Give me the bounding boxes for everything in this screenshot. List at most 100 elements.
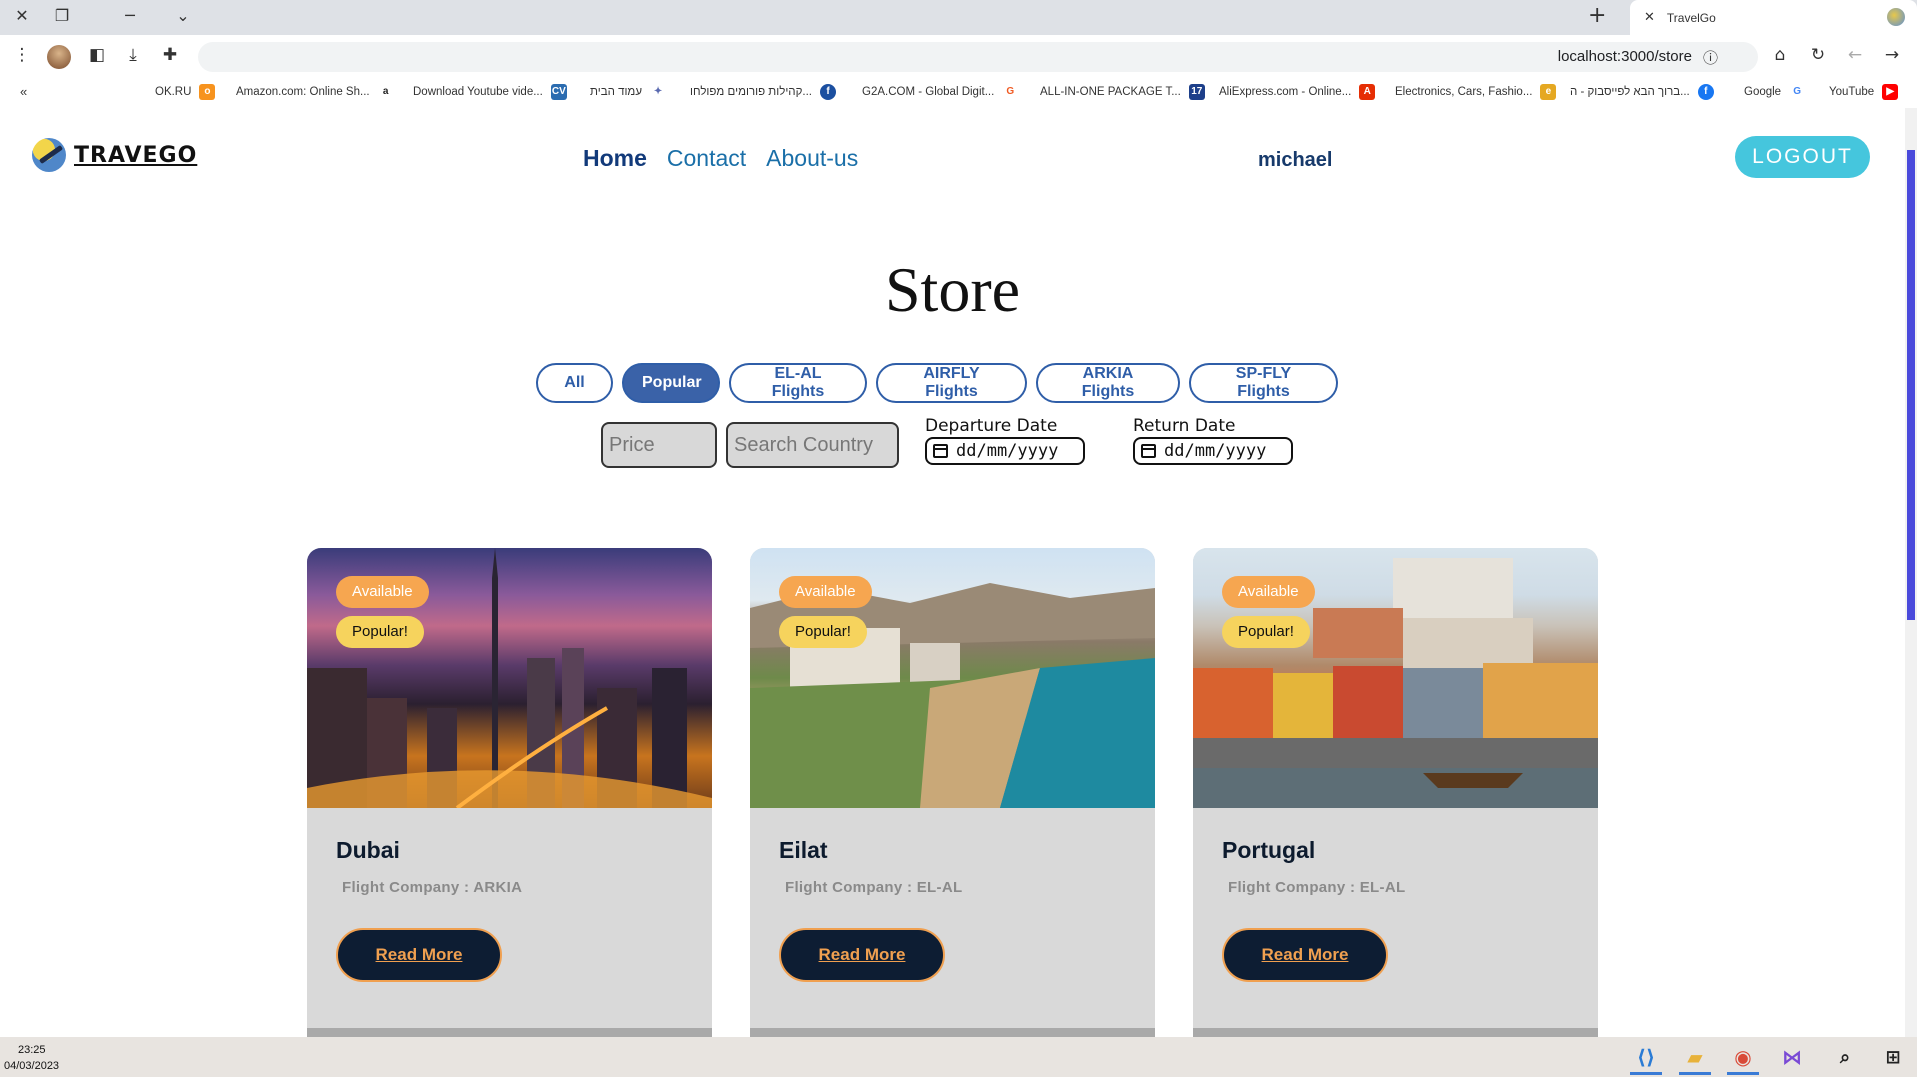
logo-text: TRAVEGO bbox=[74, 142, 198, 168]
calendar-icon[interactable] bbox=[1141, 444, 1156, 458]
search-country-input[interactable] bbox=[726, 422, 899, 468]
youtube-icon: ▶ bbox=[1882, 84, 1899, 100]
bookmark-ok-ru[interactable]: OK.RU o bbox=[155, 84, 216, 100]
filter-sp-fly-button[interactable]: SP-FLY Flights bbox=[1189, 363, 1338, 403]
browser-tab-strip: ✕ ❐ ─ ⌄ + ✕ TravelGo bbox=[0, 0, 1917, 35]
vscode-icon[interactable]: ⟨⟩ bbox=[1630, 1041, 1662, 1075]
file-explorer-icon[interactable]: ▰ bbox=[1679, 1041, 1711, 1075]
back-icon[interactable]: ← bbox=[1843, 45, 1867, 65]
chrome-icon[interactable]: ◉ bbox=[1727, 1041, 1759, 1075]
forward-icon[interactable]: → bbox=[1880, 45, 1904, 65]
download-icon[interactable]: ⤓ bbox=[121, 45, 145, 65]
page-scrollbar[interactable] bbox=[1905, 108, 1917, 1037]
available-badge: Available bbox=[336, 576, 429, 608]
departure-date-field: Departure Date dd/mm/yyyy bbox=[925, 416, 1085, 465]
filter-airfly-button[interactable]: AIRFLY Flights bbox=[876, 363, 1027, 403]
bookmark-facebook[interactable]: ברוך הבא לפייסבוק - ה... f bbox=[1570, 84, 1714, 100]
read-more-button[interactable]: Read More bbox=[779, 928, 945, 982]
home-icon[interactable]: ⌂ bbox=[1768, 45, 1792, 65]
read-more-button[interactable]: Read More bbox=[336, 928, 502, 982]
bookmark-youtube-download[interactable]: Download Youtube vide... CV bbox=[413, 84, 567, 100]
new-tab-icon[interactable]: + bbox=[1588, 3, 1606, 28]
search-icon[interactable]: ⌕ bbox=[1829, 1041, 1861, 1073]
reload-icon[interactable]: ↻ bbox=[1806, 45, 1830, 65]
site-navbar: TRAVEGO Home Contact About-us michael LO… bbox=[0, 108, 1905, 208]
card-title: Portugal bbox=[1222, 837, 1316, 863]
bookmark-label: Amazon.com: Online Sh... bbox=[236, 86, 370, 98]
nav-links: Home Contact About-us bbox=[583, 145, 858, 172]
filter-all-button[interactable]: All bbox=[536, 363, 613, 403]
page-content: TRAVEGO Home Contact About-us michael LO… bbox=[0, 108, 1905, 1037]
restore-window-icon[interactable]: ❐ bbox=[42, 0, 82, 30]
tab-favicon-icon bbox=[1887, 8, 1905, 26]
bookmark-amazon[interactable]: Amazon.com: Online Sh... a bbox=[236, 84, 394, 100]
popular-badge: Popular! bbox=[336, 616, 424, 648]
ok-icon: o bbox=[199, 84, 216, 100]
filter-arkia-button[interactable]: ARKIA Flights bbox=[1036, 363, 1180, 403]
popular-badge: Popular! bbox=[779, 616, 867, 648]
minimize-window-icon[interactable]: ─ bbox=[110, 0, 150, 30]
calendar-icon[interactable] bbox=[933, 444, 948, 458]
read-more-button[interactable]: Read More bbox=[1222, 928, 1388, 982]
address-bar[interactable]: localhost:3000/store ⓘ bbox=[198, 42, 1758, 72]
profile-avatar-icon[interactable] bbox=[47, 45, 71, 69]
system-clock[interactable]: 23:25 04/03/2023 bbox=[4, 1042, 59, 1074]
available-badge: Available bbox=[1222, 576, 1315, 608]
tab-search-chevron-icon[interactable]: ⌄ bbox=[163, 0, 203, 30]
nav-link-home[interactable]: Home bbox=[583, 145, 647, 172]
bookmarks-overflow-icon[interactable]: « bbox=[20, 84, 27, 99]
filter-el-al-button[interactable]: EL-AL Flights bbox=[729, 363, 867, 403]
eilat-beach-image: Available Popular! bbox=[750, 548, 1155, 808]
g2a-icon: G bbox=[1002, 84, 1019, 100]
bookmark-label: ALL-IN-ONE PACKAGE T... bbox=[1040, 86, 1181, 98]
bookmark-google[interactable]: Google G bbox=[1744, 84, 1806, 100]
bookmark-label: OK.RU bbox=[155, 86, 192, 98]
bookmark-ebay[interactable]: Electronics, Cars, Fashio... e bbox=[1395, 84, 1557, 100]
bookmark-youtube[interactable]: YouTube ▶ bbox=[1829, 84, 1899, 100]
logout-button[interactable]: LOGOUT bbox=[1735, 136, 1870, 178]
bookmark-home-hebrew[interactable]: עמוד הבית ✦ bbox=[590, 84, 667, 100]
date-placeholder: dd/mm/yyyy bbox=[1164, 441, 1267, 461]
bookmark-label: Electronics, Cars, Fashio... bbox=[1395, 86, 1533, 98]
departure-date-label: Departure Date bbox=[925, 416, 1058, 436]
bookmark-label: עמוד הבית bbox=[590, 86, 643, 98]
departure-date-input[interactable]: dd/mm/yyyy bbox=[925, 437, 1085, 465]
bookmark-label: Google bbox=[1744, 86, 1782, 98]
available-badge: Available bbox=[779, 576, 872, 608]
destination-card: Available Popular! Portugal Flight Compa… bbox=[1193, 548, 1598, 1037]
ebay-icon: e bbox=[1540, 84, 1557, 100]
nav-link-contact[interactable]: Contact bbox=[667, 145, 746, 172]
card-footer bbox=[307, 1028, 712, 1037]
star-icon: ✦ bbox=[650, 84, 667, 100]
plane-globe-icon bbox=[32, 138, 66, 172]
scrollbar-thumb[interactable] bbox=[1907, 150, 1915, 620]
nav-link-about-us[interactable]: About-us bbox=[766, 145, 858, 172]
bookmark-fxp[interactable]: קהילות פורומים מפולחו... f bbox=[690, 84, 836, 100]
bookmark-all-in-one[interactable]: ALL-IN-ONE PACKAGE T... 17 bbox=[1040, 84, 1205, 100]
card-title: Dubai bbox=[336, 837, 400, 863]
close-tab-icon[interactable]: ✕ bbox=[1644, 10, 1655, 25]
menu-dots-icon[interactable]: ⋮ bbox=[10, 45, 34, 65]
return-date-input[interactable]: dd/mm/yyyy bbox=[1133, 437, 1293, 465]
filter-popular-button[interactable]: Popular bbox=[622, 363, 720, 403]
portugal-town-image: Available Popular! bbox=[1193, 548, 1598, 808]
bookmark-label: קהילות פורומים מפולחו... bbox=[690, 86, 812, 98]
popular-badge: Popular! bbox=[1222, 616, 1310, 648]
return-date-label: Return Date bbox=[1133, 416, 1236, 436]
bookmark-g2a[interactable]: G2A.COM - Global Digit... G bbox=[862, 84, 1019, 100]
close-window-icon[interactable]: ✕ bbox=[2, 0, 42, 30]
site-logo[interactable]: TRAVEGO bbox=[32, 138, 197, 172]
bookmark-aliexpress[interactable]: AliExpress.com - Online... A bbox=[1219, 84, 1376, 100]
windows-start-icon[interactable]: ⊞ bbox=[1877, 1041, 1909, 1073]
site-info-icon[interactable]: ⓘ bbox=[1703, 47, 1718, 68]
extensions-icon[interactable]: ✚ bbox=[158, 45, 182, 65]
sidebar-icon[interactable]: ◧ bbox=[85, 45, 109, 65]
card-footer bbox=[750, 1028, 1155, 1037]
clock-date: 04/03/2023 bbox=[4, 1060, 60, 1072]
card-footer bbox=[1193, 1028, 1598, 1037]
browser-tab[interactable]: ✕ TravelGo bbox=[1630, 0, 1917, 35]
bookmark-label: G2A.COM - Global Digit... bbox=[862, 86, 995, 98]
visual-studio-icon[interactable]: ⋈ bbox=[1776, 1041, 1808, 1073]
price-input[interactable] bbox=[601, 422, 717, 468]
clock-time: 23:25 bbox=[18, 1044, 46, 1056]
